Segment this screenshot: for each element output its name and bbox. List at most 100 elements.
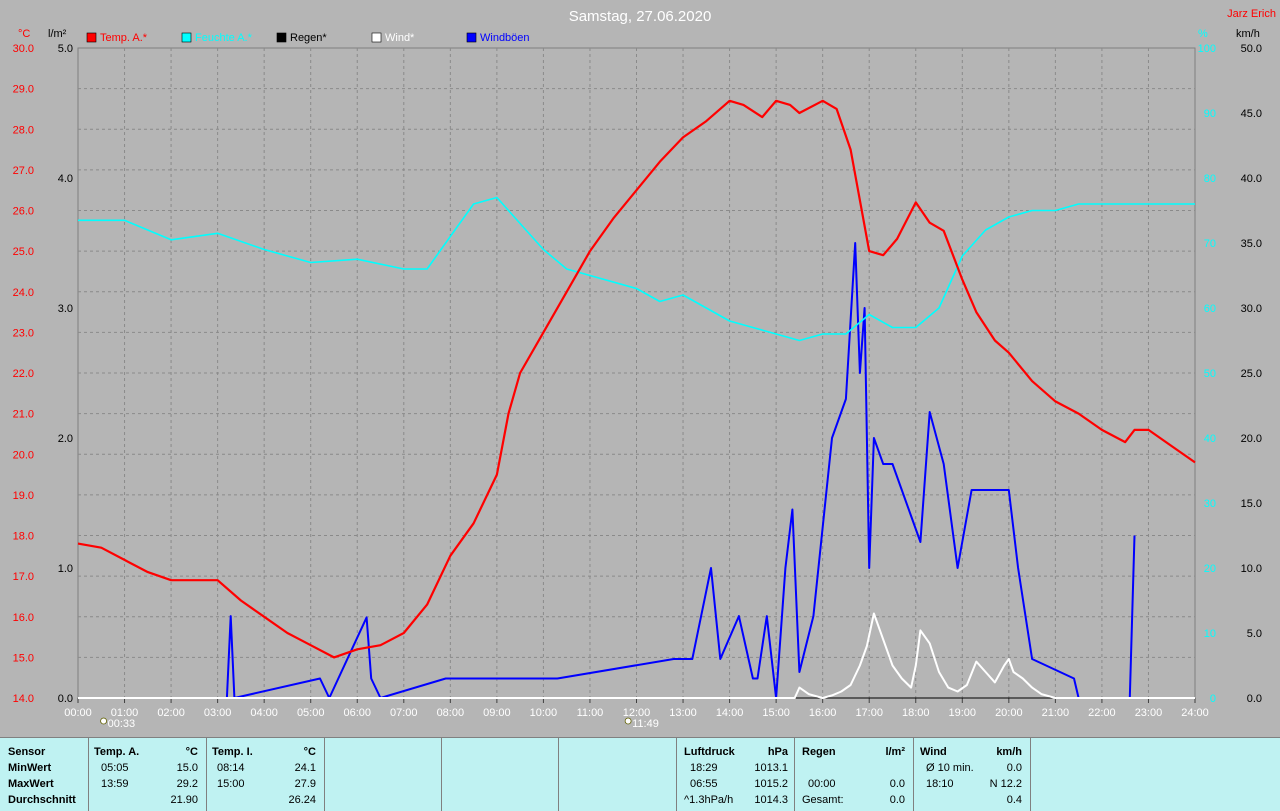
legend-swatch [276, 32, 287, 43]
empty-column-1 [325, 738, 442, 811]
regen-time: 00:00 [808, 778, 836, 790]
empty-column-3 [559, 738, 677, 811]
wind-max-time: 18:10 [926, 778, 954, 790]
temp-tick-label: 28.0 [13, 124, 34, 136]
sensor-header: Sensor [8, 746, 46, 758]
rain-tick-label: 1.0 [58, 563, 73, 575]
legend-item: Temp. A.* [86, 32, 148, 44]
legend-swatch [466, 32, 477, 43]
temp-a-column: Temp. A. °C 05:05 15.0 13:59 29.2 21.90 [89, 738, 207, 811]
rain-axis-unit: l/m² [48, 28, 67, 40]
regen-column: Regen l/m² 00:00 0.0 Gesamt: 0.0 [795, 738, 914, 811]
temp-i-min-time: 08:14 [217, 762, 245, 774]
regen-header: Regen [802, 746, 836, 758]
x-tick-label: 20:00 [995, 707, 1023, 719]
luftdruck-trend-value: 1014.3 [754, 794, 788, 806]
x-tick-label: 23:00 [1135, 707, 1163, 719]
luftdruck-unit: hPa [767, 746, 788, 758]
luftdruck-trend: ^1.3hPa/h [684, 794, 734, 806]
wind-tick-label: 25.0 [1241, 368, 1262, 380]
humidity-tick-label: 30 [1204, 498, 1216, 510]
humidity-tick-label: 40 [1204, 433, 1216, 445]
luftdruck-max-value: 1015.2 [754, 778, 788, 790]
x-tick-label: 15:00 [762, 707, 790, 719]
legend: Temp. A.* Feuchte A.* Regen* Wind* Windböen [86, 32, 530, 44]
sunrise-icon [100, 717, 107, 725]
temp-tick-label: 25.0 [13, 246, 34, 258]
temp-tick-label: 18.0 [13, 531, 34, 543]
wind-average: 0.4 [1006, 794, 1022, 806]
x-tick-label: 07:00 [390, 707, 418, 719]
luftdruck-header: Luftdruck [684, 746, 735, 758]
temp-axis-unit: °C [18, 28, 30, 40]
temp-tick-label: 27.0 [13, 165, 34, 177]
time-marker: 00:33 [100, 717, 136, 730]
wind-column: Wind km/h Ø 10 min. 0.0 18:10 N 12.2 0.4 [914, 738, 1031, 811]
wind-header: Wind [920, 746, 947, 758]
x-tick-label: 17:00 [855, 707, 883, 719]
luftdruck-min-value: 1013.1 [754, 762, 788, 774]
time-marker-label: 00:33 [108, 718, 136, 730]
stats-table: Sensor MinWert MaxWert Durchschnitt Temp… [0, 737, 1280, 811]
temp-i-unit: °C [303, 746, 316, 758]
humidity-tick-label: 50 [1204, 368, 1216, 380]
temp-tick-label: 16.0 [13, 612, 34, 624]
x-tick-label: 22:00 [1088, 707, 1116, 719]
legend-label: Temp. A.* [100, 32, 148, 44]
humidity-tick-label: 0 [1210, 693, 1216, 705]
temp-tick-label: 14.0 [13, 693, 34, 705]
humidity-axis-unit: % [1198, 28, 1208, 40]
temp-i-min-value: 24.1 [294, 762, 316, 774]
temp-a-unit: °C [185, 746, 198, 758]
author-label: Jarz Erich [1227, 8, 1276, 20]
wind-avg-value: 0.0 [1006, 762, 1022, 774]
legend-item: Windböen [466, 32, 530, 44]
x-tick-label: 02:00 [157, 707, 185, 719]
x-tick-label: 08:00 [437, 707, 465, 719]
legend-swatch [371, 32, 382, 43]
wind-tick-label: 0.0 [1247, 693, 1262, 705]
temp-a-header: Temp. A. [94, 746, 140, 758]
x-tick-label: 21:00 [1042, 707, 1070, 719]
x-tick-label: 06:00 [343, 707, 371, 719]
temp-i-max-value: 27.9 [294, 778, 316, 790]
legend-swatch [86, 32, 97, 43]
luftdruck-max-time: 06:55 [690, 778, 718, 790]
legend-swatch [181, 32, 192, 43]
temp-i-average: 26.24 [288, 794, 316, 806]
chart-title: Samstag, 27.06.2020 [569, 8, 712, 25]
minwert-label: MinWert [8, 762, 52, 774]
x-tick-label: 14:00 [716, 707, 744, 719]
wind-max-value: N 12.2 [989, 778, 1022, 790]
regen-unit: l/m² [885, 746, 905, 758]
x-tick-label: 24:00 [1181, 707, 1209, 719]
regen-value: 0.0 [889, 778, 905, 790]
temp-a-min-time: 05:05 [101, 762, 129, 774]
temp-i-header: Temp. I. [212, 746, 253, 758]
sensor-column: Sensor MinWert MaxWert Durchschnitt [0, 738, 89, 811]
temp-i-column: Temp. I. °C 08:14 24.1 15:00 27.9 26.24 [207, 738, 325, 811]
x-tick-label: 05:00 [297, 707, 325, 719]
rain-tick-label: 3.0 [58, 303, 73, 315]
humidity-tick-label: 70 [1204, 238, 1216, 250]
sun-icon [624, 717, 632, 725]
rain-tick-label: 4.0 [58, 173, 73, 185]
temp-a-average: 21.90 [170, 794, 198, 806]
luftdruck-column: Luftdruck hPa 18:29 1013.1 06:55 1015.2 … [677, 738, 795, 811]
regen-total-value: 0.0 [889, 794, 905, 806]
legend-label: Wind* [385, 32, 415, 44]
weather-chart: Samstag, 27.06.2020 Jarz Erich °C l/m² %… [13, 8, 1276, 730]
rain-tick-label: 0.0 [58, 693, 73, 705]
humidity-tick-label: 100 [1198, 43, 1216, 55]
x-tick-label: 13:00 [669, 707, 697, 719]
temp-tick-label: 20.0 [13, 449, 34, 461]
humidity-tick-label: 60 [1204, 303, 1216, 315]
wind-axis-unit: km/h [1236, 28, 1260, 40]
wind-tick-label: 45.0 [1241, 108, 1262, 120]
rain-tick-label: 5.0 [58, 43, 73, 55]
legend-label: Regen* [290, 32, 327, 44]
temp-tick-label: 26.0 [13, 206, 34, 218]
humidity-tick-label: 20 [1204, 563, 1216, 575]
temp-tick-label: 17.0 [13, 571, 34, 583]
wind-tick-label: 15.0 [1241, 498, 1262, 510]
